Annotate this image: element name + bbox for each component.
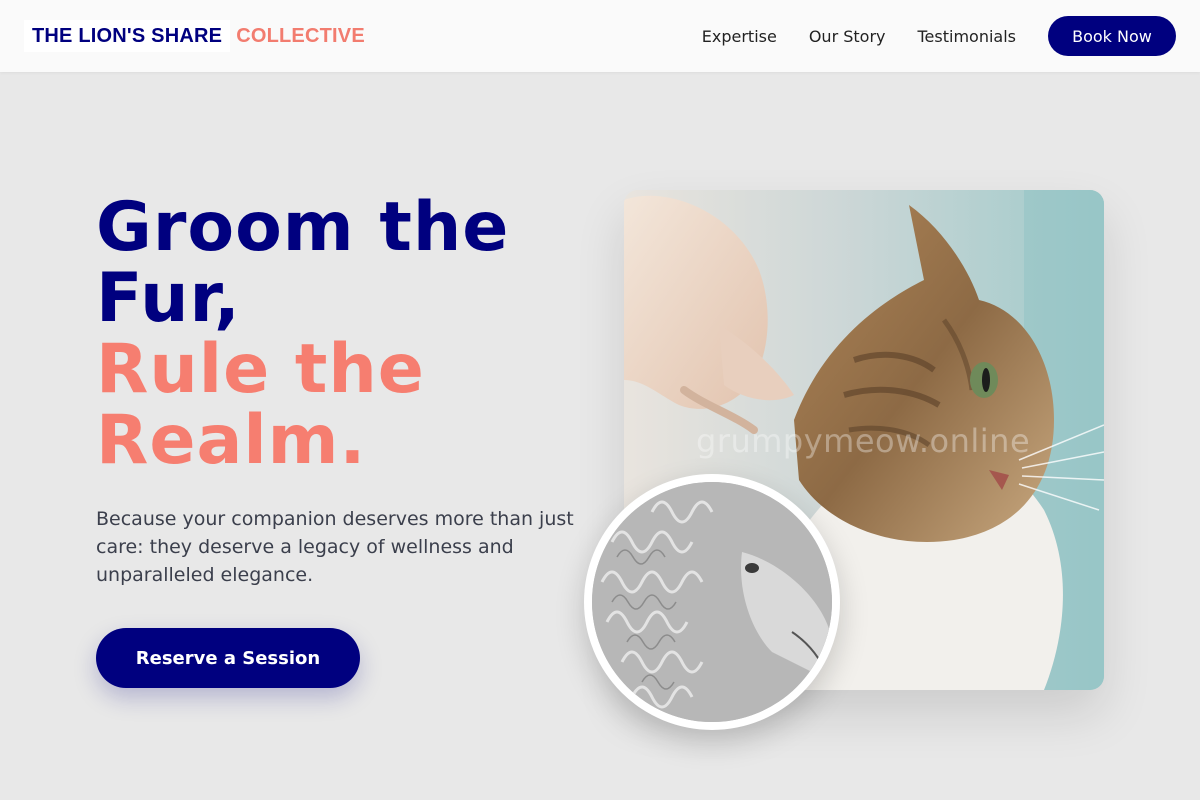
logo-main-text: THE LION'S SHARE [24, 20, 231, 52]
hero-title-line-1: Groom the [96, 188, 510, 267]
site-logo[interactable]: THE LION'S SHARE COLLECTIVE [24, 20, 365, 52]
nav-link-expertise[interactable]: Expertise [702, 27, 777, 46]
hero-description: Because your companion deserves more tha… [96, 508, 574, 586]
sheep-circle-photo [584, 474, 840, 730]
logo-accent-text: COLLECTIVE [236, 24, 365, 47]
book-now-button[interactable]: Book Now [1048, 16, 1176, 56]
photo-watermark: grumpymeow.online [696, 422, 1031, 460]
hero-title-line-3: Rule the [96, 330, 425, 409]
nav-link-our-story[interactable]: Our Story [809, 27, 886, 46]
sheep-illustration [592, 482, 832, 722]
hero-title: Groom the Fur, Rule the Realm. [96, 192, 576, 476]
main-nav: Expertise Our Story Testimonials Book No… [702, 16, 1176, 56]
reserve-session-button[interactable]: Reserve a Session [96, 628, 360, 688]
site-header: THE LION'S SHARE COLLECTIVE Expertise Ou… [0, 0, 1200, 72]
nav-link-testimonials[interactable]: Testimonials [918, 27, 1017, 46]
hero-title-line-2: Fur, [96, 259, 241, 338]
sheep-photo-inner [592, 482, 832, 722]
hero-title-line-4: Realm. [96, 401, 367, 480]
